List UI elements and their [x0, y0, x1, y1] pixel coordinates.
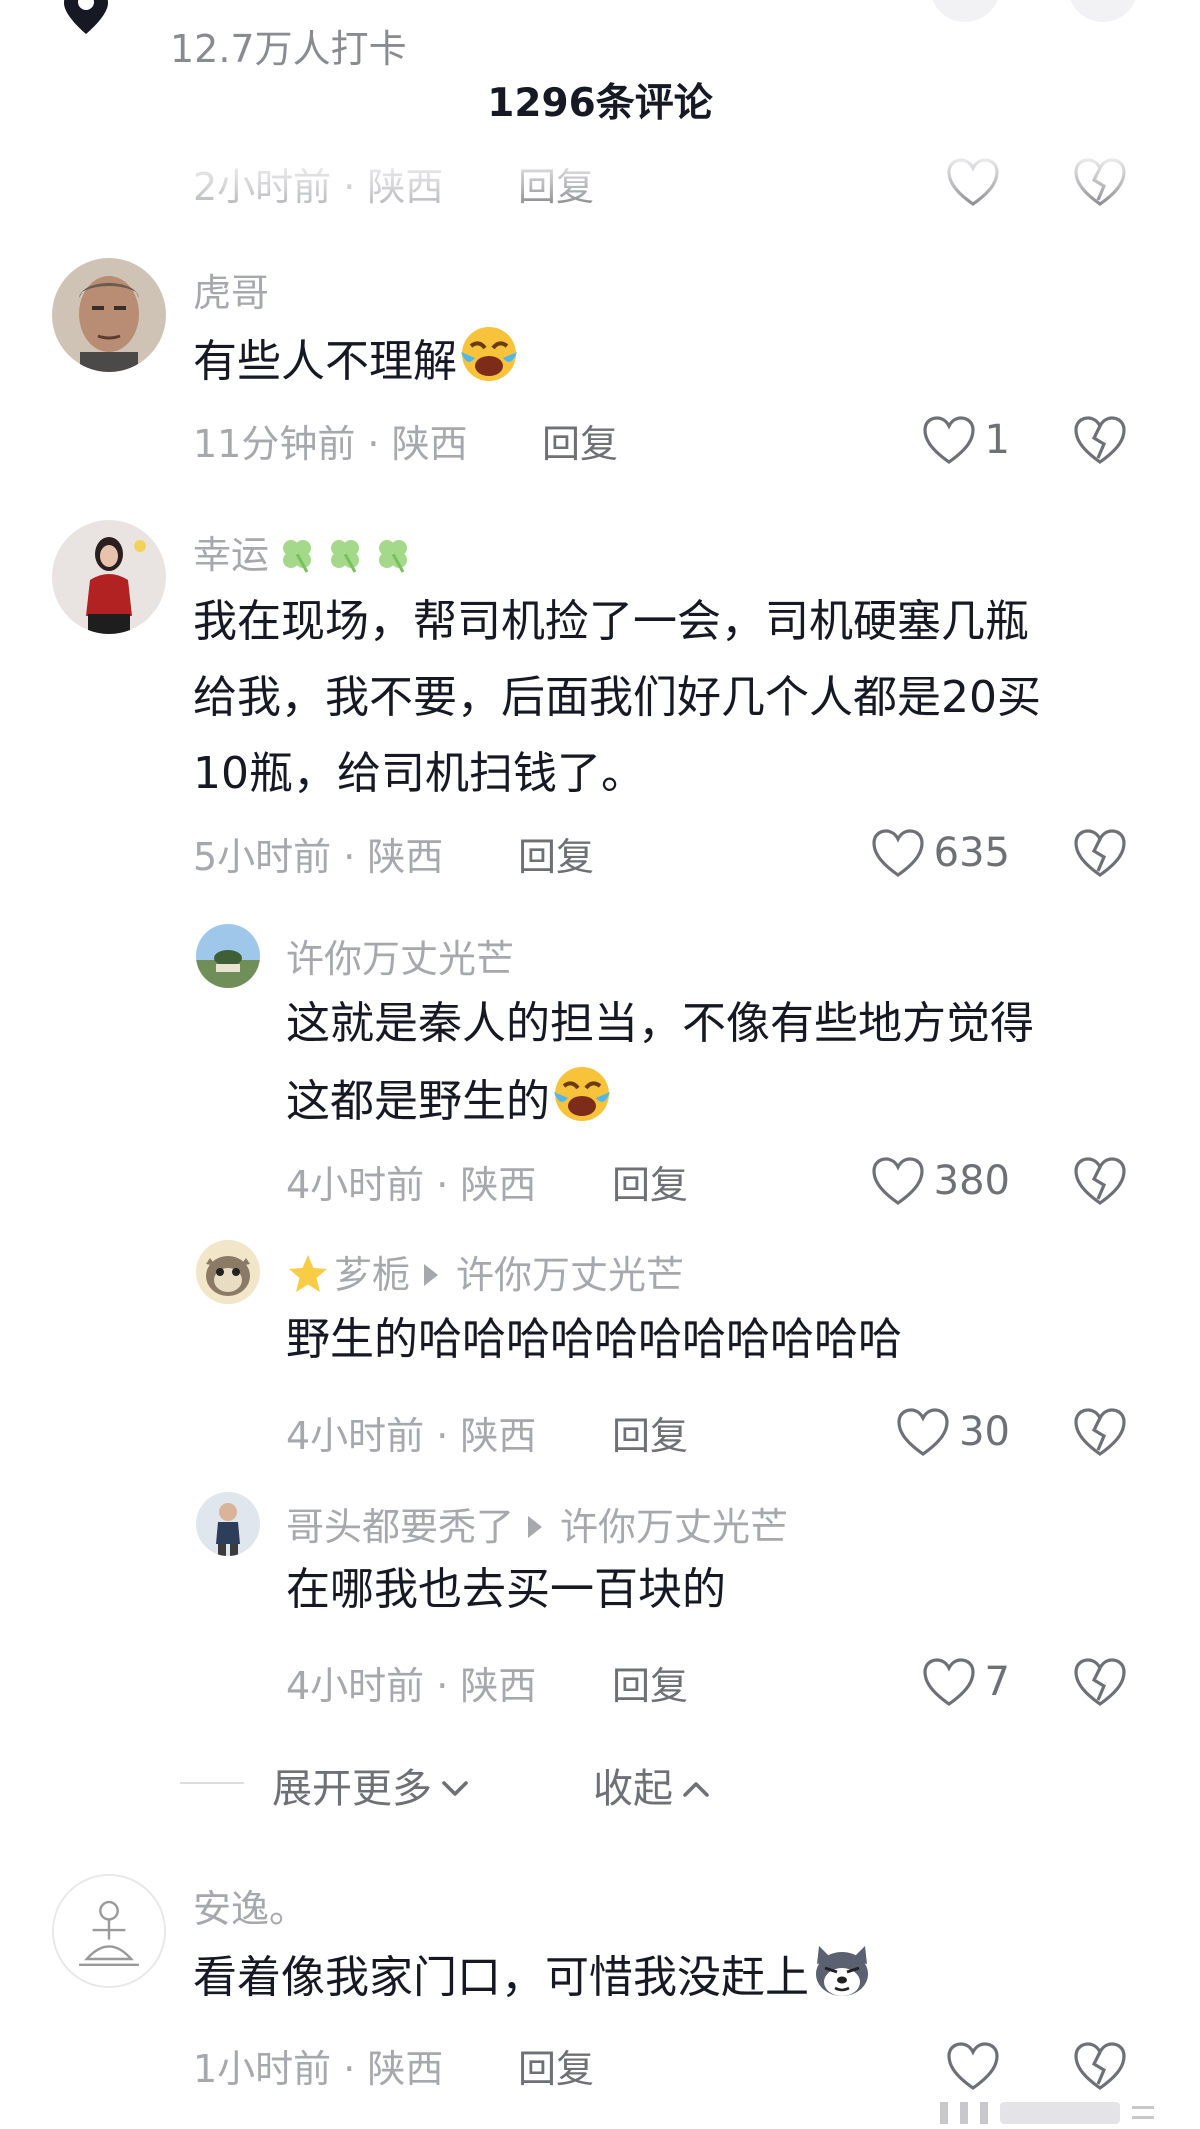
comment-panel: 12.7万人打卡 1296条评论 2小时前 · 陕西 回复 虎哥 有些人不理解 … [0, 0, 1200, 2129]
avatar[interactable] [196, 924, 260, 988]
comment-text-line: 给我，我不要，后面我们好几个人都是20买 [193, 672, 1041, 723]
dislike-broken-heart-icon[interactable] [1072, 827, 1128, 879]
comment-text: 看着像我家门口，可惜我没赶上 [193, 1938, 875, 2016]
header-close-button[interactable] [1068, 0, 1138, 22]
reply-text: 野生的哈哈哈哈哈哈哈哈哈哈哈 [286, 1314, 902, 1365]
avatar[interactable] [52, 258, 166, 372]
clover-icon [331, 540, 360, 573]
comment-text-content: 看着像我家门口，可惜我没赶上 [193, 1952, 809, 2003]
like-heart-icon[interactable] [945, 2040, 1001, 2092]
reply-to-arrow-icon [424, 1264, 439, 1286]
header-action-button[interactable] [930, 0, 1000, 22]
like-button[interactable]: 635 [820, 823, 1010, 883]
comment-text: 我在现场，帮司机捡了一会，司机硬塞几瓶 给我，我不要，后面我们好几个人都是20买… [193, 584, 1041, 812]
like-heart-icon [872, 1157, 924, 1205]
avatar[interactable] [196, 1492, 260, 1556]
like-count: 1 [984, 417, 1010, 463]
reply-username[interactable]: 芗栀 许你万丈光芒 [286, 1244, 684, 1299]
chevron-down-icon [442, 1781, 468, 1796]
reply-to-username[interactable]: 许你万丈光芒 [456, 1253, 684, 1297]
reply-username-text: 芗栀 [334, 1253, 411, 1297]
like-heart-icon[interactable] [945, 156, 1001, 208]
reply-time-location: 4小时前 · 陕西 [286, 1414, 537, 1458]
husky-dog-emoji [816, 1946, 868, 1996]
comment-username-text: 幸运 [193, 533, 270, 577]
like-button[interactable]: 380 [820, 1151, 1010, 1211]
bottom-bar-indicator-icon [940, 2102, 1154, 2124]
comment-text-content: 有些人不理解 [193, 336, 457, 387]
comment-text: 有些人不理解 [193, 322, 521, 400]
avatar[interactable] [52, 1874, 166, 1988]
reply-text-content: 这都是野生的 [286, 1076, 550, 1127]
reply-button[interactable]: 回复 [612, 1154, 688, 1209]
comment-username[interactable]: 虎哥 [193, 262, 269, 317]
reply-button[interactable]: 回复 [518, 826, 594, 881]
reply-button[interactable]: 回复 [612, 1405, 688, 1460]
reply-username-text: 哥头都要秃了 [286, 1505, 515, 1549]
reply-to-arrow-icon [528, 1516, 543, 1538]
dislike-broken-heart-icon[interactable] [1072, 1656, 1128, 1708]
clover-icon [379, 540, 408, 573]
like-count: 380 [933, 1158, 1010, 1204]
like-heart-icon [897, 1408, 949, 1456]
comment-time-location: 5小时前 · 陕西 [193, 835, 444, 879]
reply-button[interactable]: 回复 [612, 1655, 688, 1710]
dislike-broken-heart-icon[interactable] [1072, 156, 1128, 208]
reply-text: 在哪我也去买一百块的 [286, 1564, 726, 1615]
comment-username[interactable]: 安逸。 [193, 1878, 307, 1933]
expand-more-button[interactable]: 展开更多 [272, 1756, 472, 1814]
dislike-broken-heart-icon[interactable] [1072, 2040, 1128, 2092]
checkin-count: 12.7万人打卡 [170, 27, 407, 71]
thread-divider [180, 1782, 244, 1784]
chevron-up-icon [683, 1782, 709, 1797]
avatar[interactable] [196, 1240, 260, 1304]
reply-text-line: 这就是秦人的担当，不像有些地方觉得 [286, 998, 1034, 1049]
like-heart-icon [922, 416, 975, 464]
comment-text-line: 10瓶，给司机扫钱了。 [193, 748, 645, 799]
reply-username[interactable]: 许你万丈光芒 [286, 928, 514, 983]
like-button[interactable]: 30 [820, 1402, 1010, 1462]
like-count: 635 [933, 830, 1010, 876]
dislike-broken-heart-icon[interactable] [1072, 1406, 1128, 1458]
laughing-tears-emoji [461, 327, 517, 381]
reply-time-location: 4小时前 · 陕西 [286, 1163, 537, 1207]
reply-text-line: 这都是野生的 [286, 1062, 1034, 1140]
reply-button[interactable]: 回复 [542, 413, 618, 468]
clover-icon [283, 540, 312, 573]
dislike-broken-heart-icon[interactable] [1072, 1155, 1128, 1207]
comment-time-location: 1小时前 · 陕西 [193, 2047, 444, 2091]
like-count: 30 [959, 1409, 1010, 1455]
location-pin-icon [64, 0, 108, 34]
like-button[interactable]: 7 [820, 1652, 1010, 1712]
comment-time-location: 2小时前 · 陕西 [193, 165, 444, 209]
reply-to-username[interactable]: 许你万丈光芒 [560, 1505, 788, 1549]
comment-time-location: 11分钟前 · 陕西 [193, 422, 468, 466]
collapse-button[interactable]: 收起 [593, 1756, 713, 1814]
expand-more-label: 展开更多 [272, 1766, 432, 1812]
laughing-tears-emoji [554, 1067, 610, 1121]
like-heart-icon [922, 1658, 975, 1706]
reply-button[interactable]: 回复 [518, 2038, 594, 2093]
dislike-broken-heart-icon[interactable] [1072, 414, 1128, 466]
reply-button[interactable]: 回复 [518, 156, 594, 211]
comment-count-title: 1296条评论 [487, 81, 713, 126]
collapse-label: 收起 [593, 1766, 673, 1812]
reply-text: 这就是秦人的担当，不像有些地方觉得 这都是野生的 [286, 986, 1034, 1140]
like-heart-icon [872, 829, 924, 877]
reply-time-location: 4小时前 · 陕西 [286, 1664, 537, 1708]
comment-text-line: 我在现场，帮司机捡了一会，司机硬塞几瓶 [193, 596, 1029, 647]
star-icon [289, 1255, 327, 1292]
comment-username[interactable]: 幸运 [193, 524, 413, 579]
like-count: 7 [984, 1659, 1010, 1705]
avatar[interactable] [52, 520, 166, 634]
like-button[interactable]: 1 [860, 410, 1010, 470]
reply-username[interactable]: 哥头都要秃了 许你万丈光芒 [286, 1496, 788, 1551]
scroll-fade [0, 148, 1200, 218]
